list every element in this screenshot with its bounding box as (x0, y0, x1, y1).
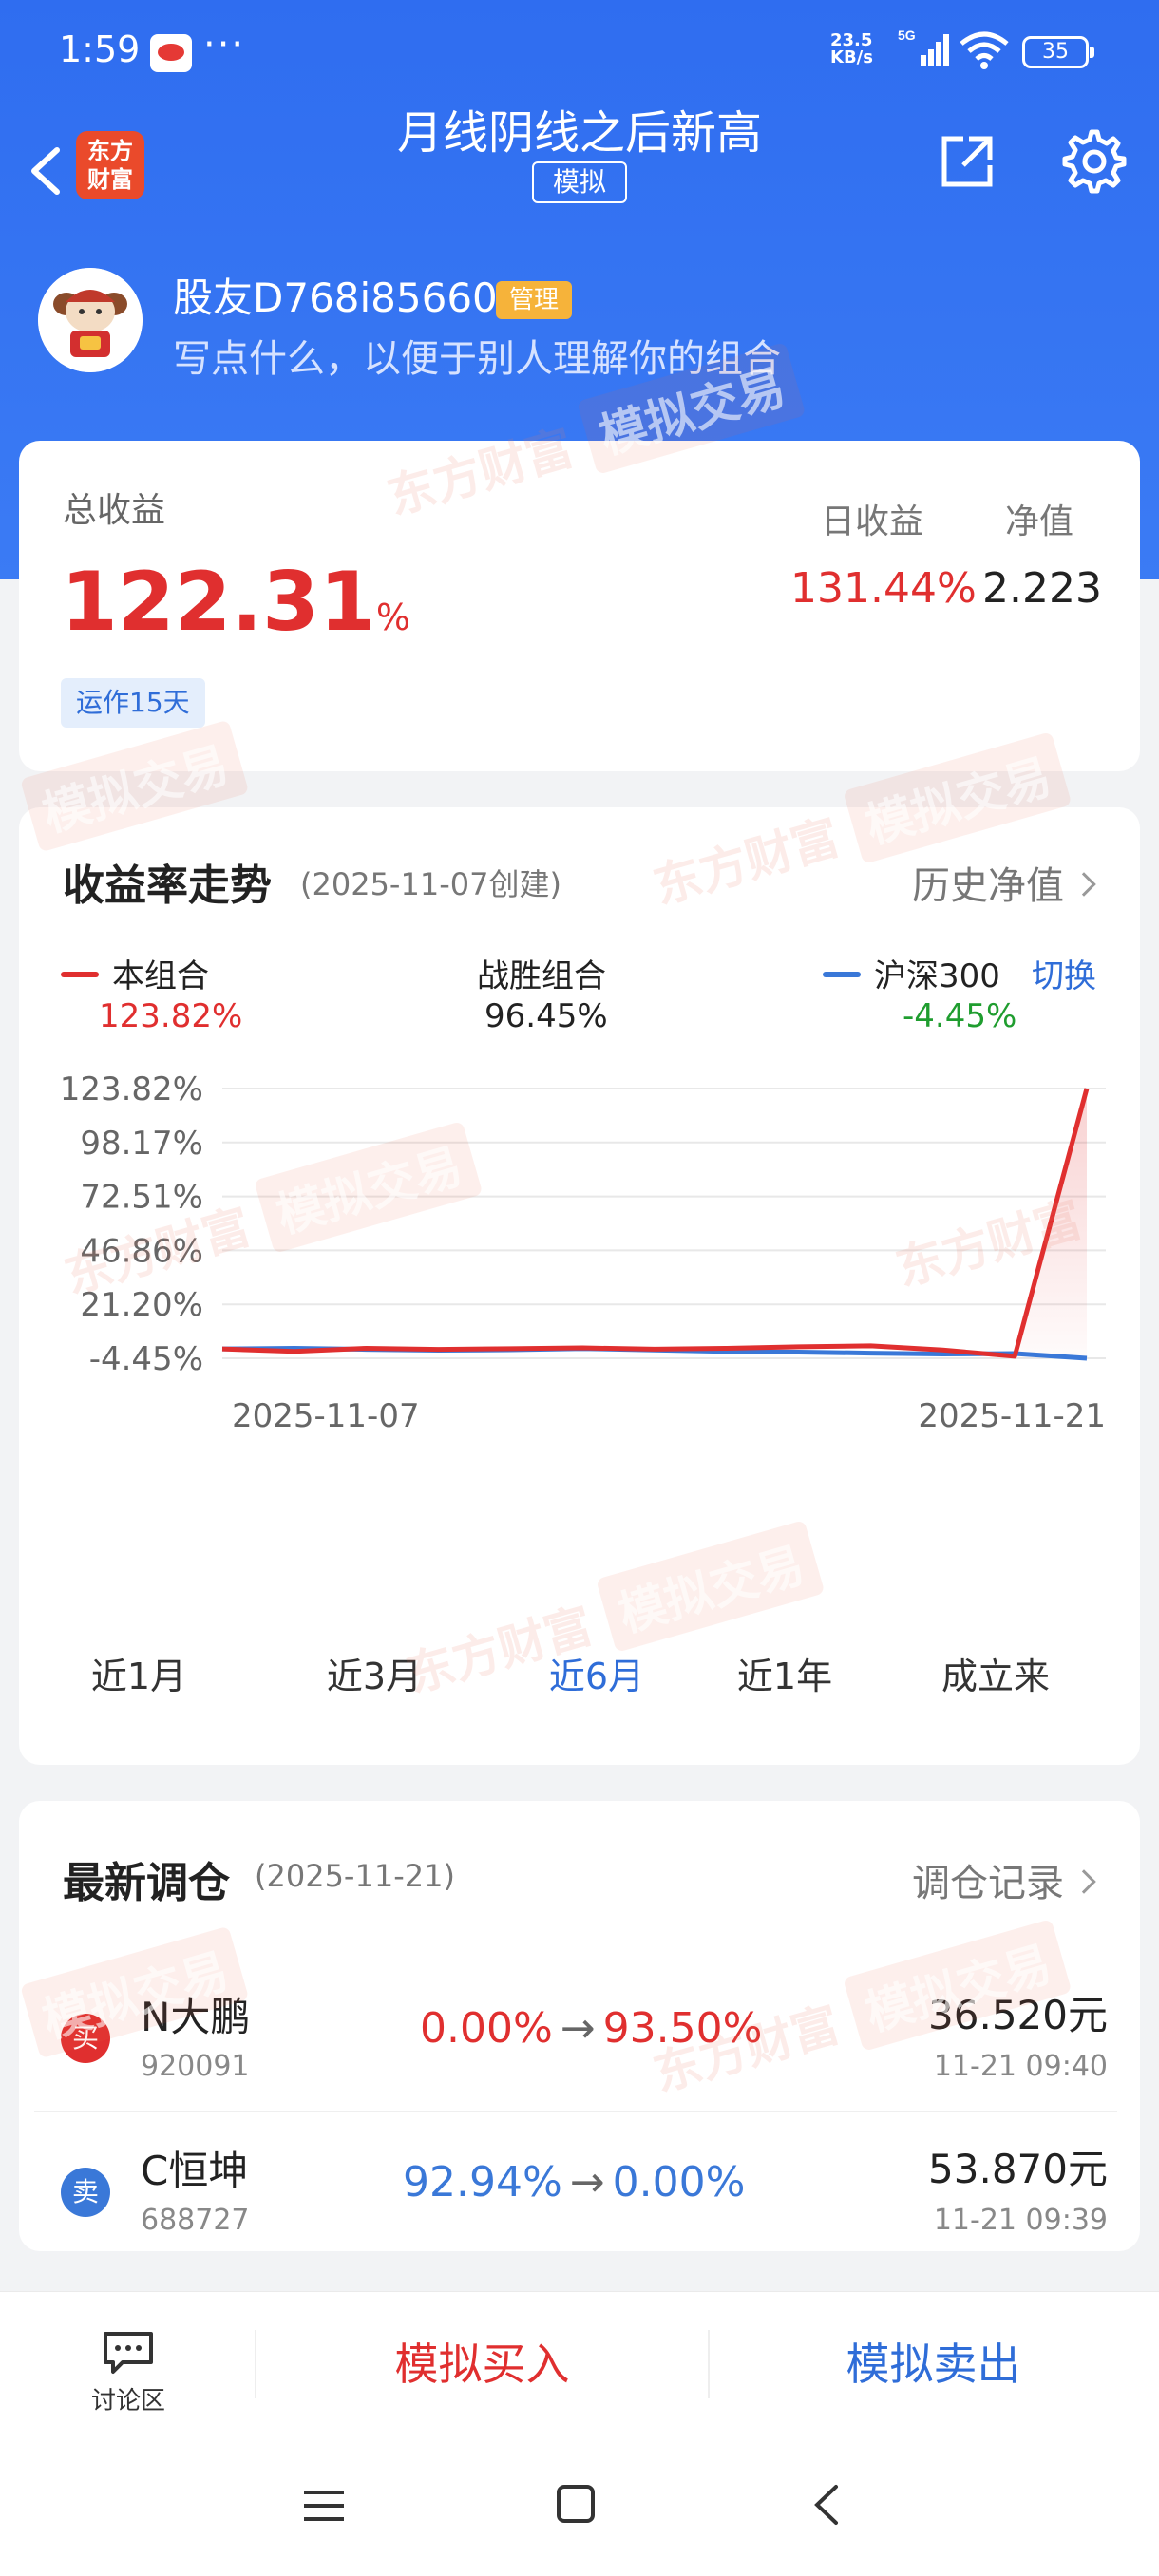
username[interactable]: 股友D768i85660 (173, 272, 498, 325)
legend-portfolio: 本组合 123.82% (61, 950, 242, 1035)
menu-icon[interactable] (302, 2487, 346, 2525)
nav-value: 2.223 (982, 564, 1102, 613)
return-line-chart: 123.82% 98.17% 72.51% 46.86% 21.20% -4.45% 202… (60, 1073, 1106, 1434)
legend-benchmark: 沪深300 -4.45% (823, 950, 1016, 1035)
chart-title: 收益率走势 (63, 862, 272, 910)
bottom-action-bar: 讨论区 模拟买入 模拟卖出 (0, 2291, 1159, 2434)
simulate-sell-button[interactable]: 模拟卖出 (708, 2330, 1159, 2398)
notification-app-icon (150, 34, 192, 72)
chevron-right-icon (1072, 872, 1096, 897)
gear-icon[interactable] (1062, 129, 1127, 194)
battery-indicator: 35 (1022, 36, 1094, 68)
trade-row[interactable]: 买 N大鹏 920091 0.00% → 93.50% 36.520元 11-21 … (34, 1960, 1117, 2112)
stock-code: 688727 (141, 2204, 250, 2237)
created-date: (2025-11-07创建) (300, 866, 561, 902)
daily-return-label: 日收益 (821, 502, 924, 541)
network-speed: 23.5 KB/s (830, 30, 873, 67)
chat-bubble-icon (104, 2332, 153, 2374)
tab-since-inception[interactable]: 成立来 (929, 1624, 1062, 1729)
simulation-tag: 模拟 (532, 161, 627, 203)
sell-badge: 卖 (61, 2168, 110, 2217)
stock-name: C恒坤 (141, 2148, 249, 2194)
summary-card: 总收益 122.31% 运作15天 日收益 净值 131.44% 2.223 (19, 441, 1140, 771)
x-tick-label: 2025-11-21 (918, 1397, 1106, 1434)
position-change: 0.00% → 93.50% (420, 2004, 763, 2053)
trade-price: 53.870元 (928, 2146, 1108, 2192)
history-nav-link[interactable]: 历史净值 (912, 855, 1096, 910)
daily-return-value: 131.44% (790, 564, 977, 613)
series-line (221, 1088, 1090, 1359)
svg-text:5G: 5G (898, 28, 916, 43)
tab-1-year[interactable]: 近1年 (718, 1624, 851, 1729)
legend-line-blue (823, 972, 861, 977)
y-tick-label: -4.45% (89, 1340, 203, 1378)
running-days-badge: 运作15天 (61, 678, 205, 728)
manage-badge: 管理 (496, 281, 573, 319)
home-icon[interactable] (555, 2483, 597, 2525)
stock-code: 920091 (141, 2050, 250, 2083)
simulate-buy-button[interactable]: 模拟买入 (256, 2330, 708, 2398)
legend-beat-value: 96.45% (484, 997, 608, 1035)
arrow-right-icon: → (569, 2158, 605, 2207)
position-change: 92.94% → 0.00% (403, 2158, 746, 2207)
arrow-right-icon: → (560, 2004, 596, 2053)
trade-time: 11-21 09:39 (933, 2204, 1108, 2237)
trade-time: 11-21 09:40 (933, 2050, 1108, 2083)
rebalance-history-link[interactable]: 调仓记录 (912, 1852, 1096, 1907)
rebalance-title: 最新调仓 (63, 1859, 230, 1907)
signal-icon: 5G (898, 28, 949, 66)
trade-row[interactable]: 卖 C恒坤 688727 92.94% → 0.00% 53.870元 11-21 … (34, 2114, 1117, 2266)
trade-price: 36.520元 (928, 1992, 1108, 2038)
y-tick-label: 72.51% (80, 1179, 203, 1217)
portfolio-owner: 股友D768i85660 管理 写点什么，以便于别人理解你的组合 (38, 268, 1130, 382)
avatar[interactable] (38, 268, 142, 372)
total-return-value: 122.31% (61, 555, 410, 650)
y-tick-label: 21.20% (80, 1286, 203, 1324)
x-tick-label: 2025-11-07 (232, 1397, 420, 1434)
rebalance-date: (2025-11-21) (255, 1858, 455, 1894)
status-time: 1:59 (59, 28, 141, 70)
system-navigation-bar (0, 2434, 1159, 2576)
back-icon[interactable] (809, 2481, 844, 2529)
more-notifications-icon: ··· (203, 23, 246, 66)
range-tabs: 近1月 近3月 近6月 近1年 成立来 (19, 1624, 1140, 1729)
portfolio-description[interactable]: 写点什么，以便于别人理解你的组合 (173, 334, 781, 384)
y-tick-label: 98.17% (80, 1125, 203, 1163)
y-tick-label: 123.82% (60, 1073, 203, 1108)
y-tick-label: 46.86% (80, 1232, 203, 1270)
tab-3-months[interactable]: 近3月 (308, 1624, 441, 1729)
tab-1-month[interactable]: 近1月 (72, 1624, 205, 1729)
legend-line-red (61, 972, 99, 977)
legend-beat-ratio: 战胜组合 96.45% (477, 957, 608, 1035)
legend-benchmark-value: -4.45% (902, 997, 1017, 1035)
discussion-button[interactable]: 讨论区 (57, 2330, 200, 2416)
buy-badge: 买 (61, 2014, 110, 2063)
stock-name: N大鹏 (141, 1994, 251, 2040)
latest-rebalance-card: 最新调仓 (2025-11-21) 调仓记录 买 N大鹏 920091 0.00… (19, 1801, 1140, 2251)
legend-portfolio-value: 123.82% (99, 997, 243, 1035)
wifi-icon (960, 31, 1009, 69)
top-nav: 东方 财富 月线阴线之后新高 模拟 (0, 104, 1159, 256)
switch-benchmark-button[interactable]: 切换 (1032, 950, 1096, 996)
status-bar: 1:59 ··· 23.5 KB/s 5G 35 (0, 0, 1159, 104)
return-chart-card: 收益率走势 (2025-11-07创建) 历史净值 本组合 123.82% 战胜… (19, 807, 1140, 1765)
chevron-right-icon (1072, 1869, 1096, 1894)
tab-6-months[interactable]: 近6月 (517, 1624, 676, 1729)
nav-label: 净值 (1005, 502, 1074, 541)
share-icon[interactable] (937, 131, 998, 192)
total-return-label: 总收益 (63, 491, 166, 530)
